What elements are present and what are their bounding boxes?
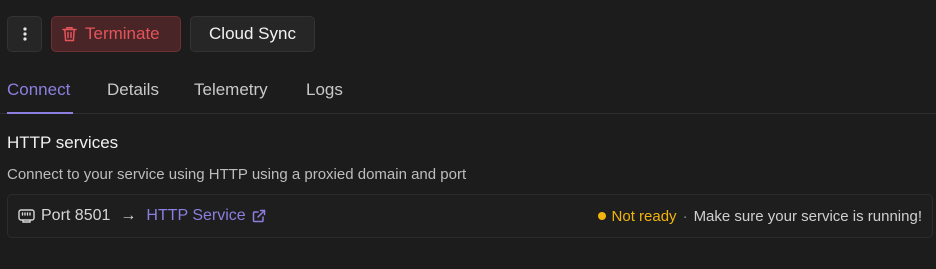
tab-telemetry[interactable]: Telemetry — [194, 80, 268, 114]
external-link-icon — [252, 209, 265, 223]
status-separator: · — [682, 207, 688, 225]
service-row: Port 8501 → HTTP Service Not ready · Mak… — [7, 194, 933, 238]
terminate-label: Terminate — [85, 24, 160, 43]
tab-connect[interactable]: Connect — [7, 80, 73, 114]
tab-connect-label: Connect — [7, 80, 71, 99]
terminate-button[interactable]: Terminate — [51, 16, 181, 52]
vertical-dots-icon — [22, 27, 27, 41]
arrow-icon: → — [120, 207, 137, 224]
tab-logs[interactable]: Logs — [306, 80, 343, 114]
http-service-link-label: HTTP Service — [146, 207, 246, 224]
service-status: Not ready · Make sure your service is ru… — [597, 207, 922, 225]
tab-logs-label: Logs — [306, 80, 343, 99]
status-message: Make sure your service is running! — [693, 207, 922, 225]
port-label: Port 8501 — [41, 207, 111, 224]
tab-bar: Connect Details Telemetry Logs — [0, 72, 936, 114]
section-title: HTTP services — [7, 133, 119, 152]
ethernet-port-icon — [18, 209, 35, 223]
more-options-button[interactable] — [7, 16, 42, 52]
http-service-link[interactable]: HTTP Service — [146, 207, 265, 225]
status-dot — [597, 212, 606, 220]
section-description: Connect to your service using HTTP using… — [7, 166, 467, 183]
cloud-sync-button[interactable]: Cloud Sync — [190, 16, 315, 52]
tab-details-label: Details — [107, 80, 159, 99]
cloud-sync-label: Cloud Sync — [209, 24, 296, 43]
trash-icon — [62, 27, 77, 42]
tab-details[interactable]: Details — [107, 80, 159, 114]
status-label: Not ready — [611, 207, 677, 225]
tab-telemetry-label: Telemetry — [194, 80, 268, 99]
toolbar: Terminate Cloud Sync — [7, 16, 315, 52]
port-info: Port 8501 — [18, 207, 110, 225]
